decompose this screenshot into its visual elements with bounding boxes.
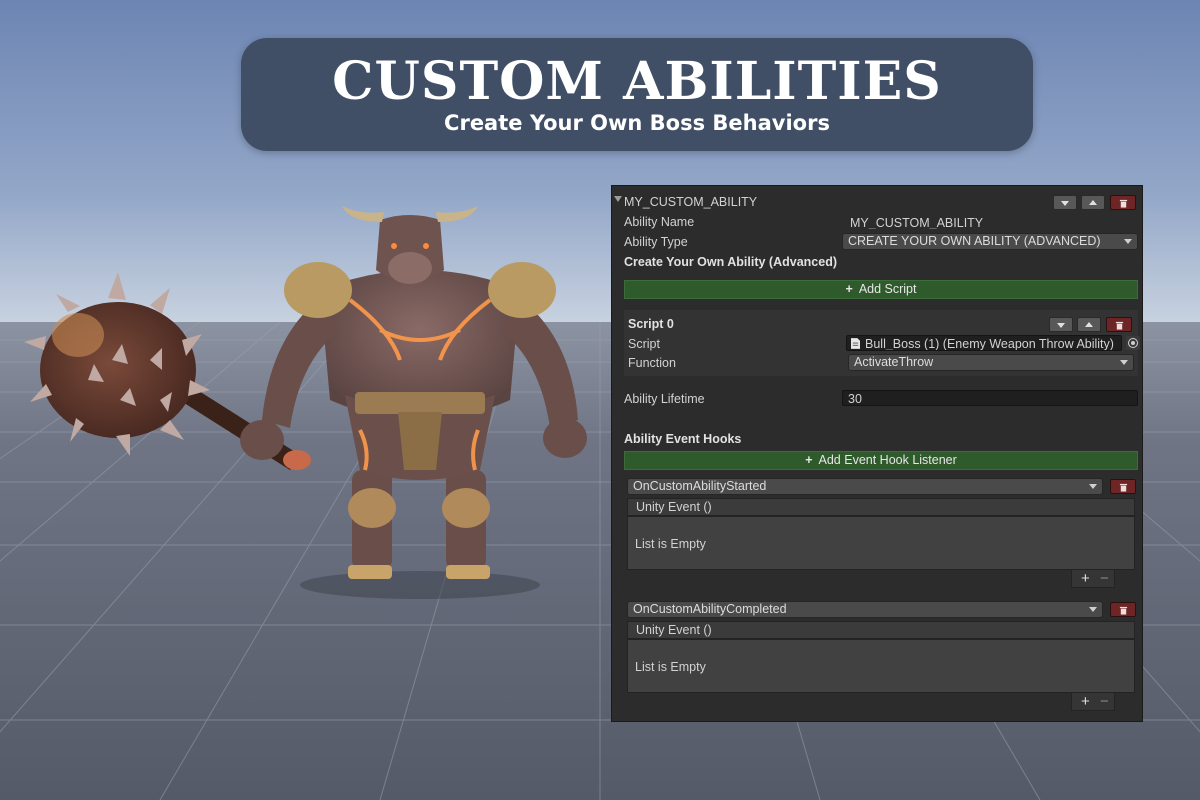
chevron-up-icon [1085, 322, 1093, 327]
trash-icon [1119, 483, 1128, 492]
move-down-button[interactable] [1053, 195, 1077, 210]
plus-icon: + [845, 282, 853, 296]
chevron-down-icon [1057, 323, 1065, 328]
title-banner: CUSTOM ABILITIES Create Your Own Boss Be… [241, 38, 1033, 151]
event-hooks-heading: Ability Event Hooks [624, 432, 742, 446]
ability-type-value: CREATE YOUR OWN ABILITY (ADVANCED) [848, 234, 1101, 248]
target-picker-icon[interactable] [1126, 336, 1140, 350]
delete-ability-button[interactable] [1110, 195, 1136, 210]
chevron-up-icon [1089, 200, 1097, 205]
script-field-label: Script [628, 337, 660, 351]
function-label: Function [628, 356, 676, 370]
banner-title: CUSTOM ABILITIES [332, 51, 942, 112]
delete-event-hook-button[interactable] [1110, 602, 1136, 617]
add-listener-label: Add Event Hook Listener [818, 453, 957, 467]
move-up-button[interactable] [1081, 195, 1105, 210]
dropdown-arrow-icon [1124, 239, 1132, 244]
script-object-value: Bull_Boss (1) (Enemy Weapon Throw Abilit… [865, 337, 1114, 351]
script-move-down-button[interactable] [1049, 317, 1073, 332]
script-title: Script 0 [628, 317, 674, 331]
add-event-hook-listener-button[interactable]: + Add Event Hook Listener [624, 451, 1138, 470]
unity-event-list: List is Empty [627, 639, 1135, 693]
script-move-up-button[interactable] [1077, 317, 1101, 332]
banner-subtitle: Create Your Own Boss Behaviors [444, 111, 830, 135]
dropdown-arrow-icon [1120, 360, 1128, 365]
event-hook-dropdown-started[interactable]: OnCustomAbilityStarted [627, 478, 1103, 495]
ability-name-label: Ability Name [624, 215, 695, 229]
minus-icon[interactable]: − [1100, 693, 1109, 710]
add-script-label: Add Script [858, 282, 917, 296]
list-empty-text: List is Empty [635, 537, 706, 551]
ability-type-label: Ability Type [624, 235, 688, 249]
add-script-button[interactable]: + Add Script [624, 280, 1138, 299]
ability-name-field[interactable]: MY_CUSTOM_ABILITY [844, 214, 1138, 230]
script-object-field[interactable]: Bull_Boss (1) (Enemy Weapon Throw Abilit… [846, 335, 1122, 351]
ability-type-dropdown[interactable]: CREATE YOUR OWN ABILITY (ADVANCED) [842, 233, 1138, 250]
list-empty-text: List is Empty [635, 660, 706, 674]
dropdown-arrow-icon [1089, 484, 1097, 489]
plus-icon[interactable]: + [1081, 570, 1090, 587]
script-block: Script 0 Script Bull_Boss (1) (Enemy Wea… [624, 310, 1140, 376]
event-hook-name: OnCustomAbilityCompleted [633, 602, 787, 616]
unity-event-list: List is Empty [627, 516, 1135, 570]
minus-icon[interactable]: − [1100, 570, 1109, 587]
plus-icon[interactable]: + [1081, 693, 1090, 710]
plus-icon: + [805, 453, 813, 467]
function-dropdown[interactable]: ActivateThrow [848, 354, 1134, 371]
ability-lifetime-field[interactable]: 30 [842, 390, 1138, 406]
custom-ability-inspector: MY_CUSTOM_ABILITY Ability Name MY_CUSTOM… [611, 185, 1143, 722]
event-hook-dropdown-completed[interactable]: OnCustomAbilityCompleted [627, 601, 1103, 618]
script-file-icon [851, 338, 860, 349]
unity-event-header: Unity Event () [627, 498, 1135, 516]
trash-icon [1115, 321, 1124, 330]
section-heading: Create Your Own Ability (Advanced) [624, 255, 838, 269]
trash-icon [1119, 199, 1128, 208]
unity-event-header: Unity Event () [627, 621, 1135, 639]
delete-script-button[interactable] [1106, 317, 1132, 332]
foldout-arrow-icon[interactable] [614, 196, 622, 202]
event-hook-name: OnCustomAbilityStarted [633, 479, 767, 493]
trash-icon [1119, 606, 1128, 615]
function-value: ActivateThrow [854, 355, 934, 369]
ability-lifetime-label: Ability Lifetime [624, 392, 705, 406]
list-add-remove-controls: + − [1071, 570, 1115, 588]
list-add-remove-controls: + − [1071, 693, 1115, 711]
dropdown-arrow-icon [1089, 607, 1097, 612]
foldout-title[interactable]: MY_CUSTOM_ABILITY [624, 194, 757, 210]
chevron-down-icon [1061, 201, 1069, 206]
delete-event-hook-button[interactable] [1110, 479, 1136, 494]
